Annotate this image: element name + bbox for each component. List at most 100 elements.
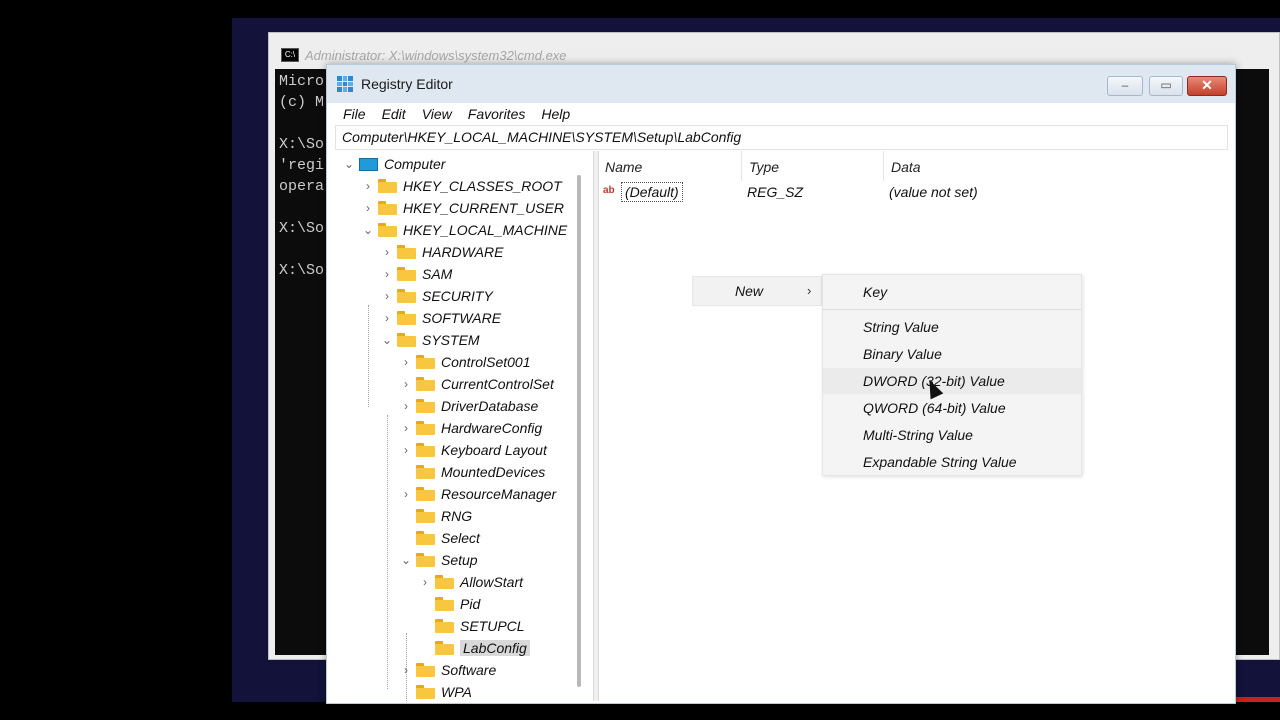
chevron-right-icon[interactable]: ›	[379, 311, 395, 325]
tree-item-label: HKEY_LOCAL_MACHINE	[403, 222, 568, 238]
tree-item-software-hive[interactable]: › SOFTWARE	[379, 307, 501, 329]
chevron-right-icon[interactable]: ›	[379, 289, 395, 303]
menu-item-binary-value[interactable]: Binary Value	[823, 341, 1081, 367]
chevron-right-icon[interactable]: ›	[398, 399, 414, 413]
tree-item-label: HKEY_CURRENT_USER	[403, 200, 565, 216]
tree-item-rng[interactable]: RNG	[398, 505, 472, 527]
tree-item-label: SECURITY	[422, 288, 493, 304]
menu-bar: File Edit View Favorites Help	[327, 103, 1235, 125]
tree-item-security[interactable]: › SECURITY	[379, 285, 493, 307]
tree-item-label: Keyboard Layout	[441, 442, 547, 458]
tree-item-label: CurrentControlSet	[441, 376, 554, 392]
menu-file[interactable]: File	[327, 106, 374, 122]
tree-item-pid[interactable]: Pid	[417, 593, 480, 615]
minimize-button[interactable]: –	[1107, 76, 1143, 96]
tree-item-setupcl[interactable]: SETUPCL	[417, 615, 525, 637]
tree-item-currentcontrolset[interactable]: › CurrentControlSet	[398, 373, 554, 395]
tree-item-controlset001[interactable]: › ControlSet001	[398, 351, 531, 373]
window-title: Registry Editor	[361, 76, 453, 92]
tree-item-mounteddevices[interactable]: MountedDevices	[398, 461, 545, 483]
tree-item-label: AllowStart	[460, 574, 524, 590]
folder-icon	[435, 641, 454, 655]
tree-item-setup[interactable]: ⌄ Setup	[398, 549, 478, 571]
tree-item-hkey-local-machine[interactable]: ⌄ HKEY_LOCAL_MACHINE	[360, 219, 567, 241]
tree-item-label: Pid	[460, 596, 481, 612]
tree-item-label: Setup	[441, 552, 478, 568]
menu-item-string-value[interactable]: String Value	[823, 314, 1081, 340]
tree-item-resourcemanager[interactable]: › ResourceManager	[398, 483, 556, 505]
chevron-right-icon[interactable]: ›	[417, 575, 433, 589]
column-divider[interactable]	[883, 151, 884, 181]
computer-icon	[359, 157, 378, 171]
chevron-right-icon: ›	[807, 283, 812, 298]
menu-view[interactable]: View	[414, 106, 460, 122]
chevron-right-icon[interactable]: ›	[398, 355, 414, 369]
tree-item-select[interactable]: Select	[398, 527, 480, 549]
tree-item-label: WPA	[441, 684, 472, 700]
menu-item-multi-string-value[interactable]: Multi-String Value	[823, 422, 1081, 448]
chevron-down-icon[interactable]: ⌄	[379, 333, 395, 347]
tree-item-label: MountedDevices	[441, 464, 546, 480]
tree-item-labconfig[interactable]: LabConfig	[417, 637, 530, 659]
folder-icon	[416, 685, 435, 699]
menu-item-qword-value[interactable]: QWORD (64-bit) Value	[823, 395, 1081, 421]
menu-item-expandable-string-value[interactable]: Expandable String Value	[823, 449, 1081, 475]
chevron-right-icon[interactable]: ›	[398, 663, 414, 677]
tree-scrollbar[interactable]	[577, 175, 581, 687]
address-bar[interactable]: Computer\HKEY_LOCAL_MACHINE\SYSTEM\Setup…	[335, 125, 1228, 150]
tree-item-keyboard-layout[interactable]: › Keyboard Layout	[398, 439, 547, 461]
chevron-right-icon[interactable]: ›	[379, 245, 395, 259]
chevron-right-icon[interactable]: ›	[379, 267, 395, 281]
tree-item-system[interactable]: ⌄ SYSTEM	[379, 329, 480, 351]
chevron-right-icon[interactable]: ›	[398, 421, 414, 435]
maximize-button[interactable]: ▭	[1149, 76, 1183, 96]
tree-item-label: HARDWARE	[422, 244, 504, 260]
folder-icon	[378, 179, 397, 193]
menu-item-key[interactable]: Key	[823, 279, 1081, 305]
tree-item-label: HardwareConfig	[441, 420, 543, 436]
menu-item-new[interactable]: New	[735, 283, 763, 299]
tree-item-software[interactable]: › Software	[398, 659, 496, 681]
folder-icon	[416, 663, 435, 677]
tree-item-hardware[interactable]: › HARDWARE	[379, 241, 503, 263]
menu-help[interactable]: Help	[533, 106, 578, 122]
column-header-data[interactable]: Data	[891, 159, 921, 177]
menu-item-dword-value[interactable]: DWORD (32-bit) Value	[823, 368, 1081, 394]
tree-item-label: DriverDatabase	[441, 398, 539, 414]
folder-icon	[397, 289, 416, 303]
value-row[interactable]: ab (Default) REG_SZ (value not set)	[599, 181, 1199, 205]
chevron-right-icon[interactable]: ›	[360, 179, 376, 193]
folder-icon	[397, 267, 416, 281]
tree-item-driverdatabase[interactable]: › DriverDatabase	[398, 395, 538, 417]
menu-favorites[interactable]: Favorites	[460, 106, 534, 122]
registry-editor-window[interactable]: Registry Editor – ▭ ✕ File Edit View Fav…	[326, 64, 1236, 704]
registry-tree[interactable]: ⌄ Computer › HKEY_CLASSES_ROOT › HKEY_CU…	[327, 151, 583, 701]
chevron-down-icon[interactable]: ⌄	[398, 553, 414, 567]
tree-item-wpa[interactable]: WPA	[398, 681, 472, 701]
new-submenu: Key String Value Binary Value DWORD (32-…	[822, 274, 1082, 476]
context-menu-new[interactable]: New ›	[692, 276, 822, 306]
tree-item-sam[interactable]: › SAM	[379, 263, 452, 285]
chevron-down-icon[interactable]: ⌄	[360, 223, 376, 237]
tree-item-hkey-current-user[interactable]: › HKEY_CURRENT_USER	[360, 197, 564, 219]
string-value-icon: ab	[603, 185, 615, 196]
chevron-down-icon[interactable]: ⌄	[341, 157, 357, 171]
cmd-title: Administrator: X:\windows\system32\cmd.e…	[305, 47, 567, 63]
column-header-name[interactable]: Name	[605, 159, 642, 177]
tree-item-hardwareconfig[interactable]: › HardwareConfig	[398, 417, 542, 439]
titlebar[interactable]: Registry Editor – ▭ ✕	[327, 65, 1235, 103]
value-data: (value not set)	[889, 184, 978, 200]
column-divider[interactable]	[741, 151, 742, 181]
chevron-right-icon[interactable]: ›	[398, 487, 414, 501]
chevron-right-icon[interactable]: ›	[398, 377, 414, 391]
chevron-right-icon[interactable]: ›	[360, 201, 376, 215]
tree-item-hkey-classes-root[interactable]: › HKEY_CLASSES_ROOT	[360, 175, 562, 197]
chevron-right-icon[interactable]: ›	[398, 443, 414, 457]
column-header-type[interactable]: Type	[749, 159, 779, 177]
menu-edit[interactable]: Edit	[374, 106, 414, 122]
tree-item-computer[interactable]: ⌄ Computer	[341, 153, 446, 175]
cmd-icon: C:\	[281, 48, 299, 62]
menu-separator	[823, 309, 1081, 310]
close-button[interactable]: ✕	[1187, 76, 1227, 96]
tree-item-allowstart[interactable]: › AllowStart	[417, 571, 523, 593]
